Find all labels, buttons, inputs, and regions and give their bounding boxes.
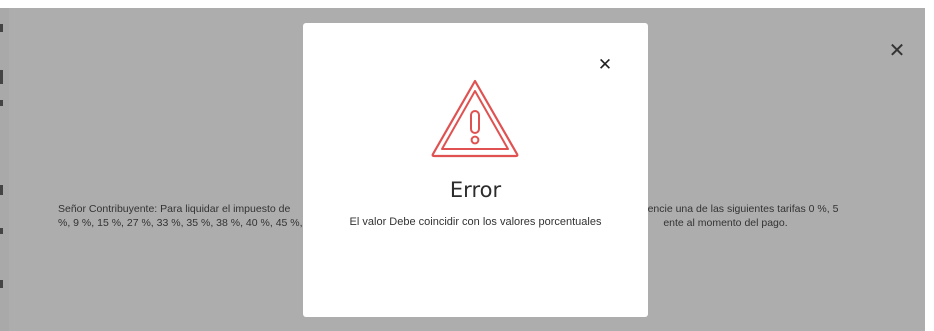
notice-line-2-right: ente al momento del pago. [663, 217, 788, 229]
error-dialog: ✕ Error El valor Debe coincidir con los … [303, 23, 648, 317]
close-icon[interactable]: ✕ [887, 40, 907, 60]
page-top-strip [0, 0, 934, 8]
edge-mark [0, 24, 3, 32]
dialog-title: Error [449, 178, 502, 202]
warning-triangle-icon [431, 79, 519, 158]
notice-line-1-left: Señor Contribuyente: Para liquidar el im… [58, 203, 291, 215]
edge-mark [0, 280, 3, 288]
edge-mark [0, 100, 3, 106]
edge-mark [0, 185, 3, 195]
dialog-message: El valor Debe coincidir con los valores … [349, 216, 602, 228]
close-icon[interactable]: ✕ [596, 56, 614, 74]
right-edge-strip [925, 8, 934, 331]
edge-mark [0, 70, 3, 84]
edge-mark [0, 228, 3, 234]
notice-line-2-left: %, 9 %, 15 %, 27 %, 33 %, 35 %, 38 %, 40… [58, 217, 312, 229]
